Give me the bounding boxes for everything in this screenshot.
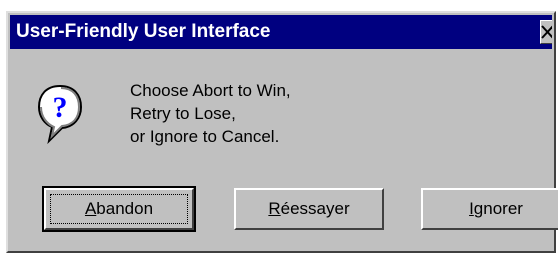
ignorer-button[interactable]: Ignorer <box>421 188 558 230</box>
title-bar[interactable]: User-Friendly User Interface <box>10 15 552 49</box>
svg-text:?: ? <box>53 91 68 124</box>
dialog-window: User-Friendly User Interface ? Choose Ab… <box>6 11 558 253</box>
abandon-button[interactable]: Abandon <box>42 186 196 232</box>
message-text: Choose Abort to Win, Retry to Lose, or I… <box>130 79 291 148</box>
ignorer-button-label: Ignorer <box>469 199 523 218</box>
abandon-button-label: Abandon <box>84 199 154 218</box>
message-line: or Ignore to Cancel. <box>130 127 280 146</box>
reessayer-button-label: Réessayer <box>268 199 350 218</box>
question-icon: ? <box>36 83 84 147</box>
reessayer-button[interactable]: Réessayer <box>234 188 384 230</box>
dialog-title: User-Friendly User Interface <box>16 21 271 42</box>
message-line: Choose Abort to Win, <box>130 81 291 100</box>
close-icon <box>541 25 552 39</box>
message-line: Retry to Lose, <box>130 104 236 123</box>
close-button[interactable] <box>540 20 552 44</box>
